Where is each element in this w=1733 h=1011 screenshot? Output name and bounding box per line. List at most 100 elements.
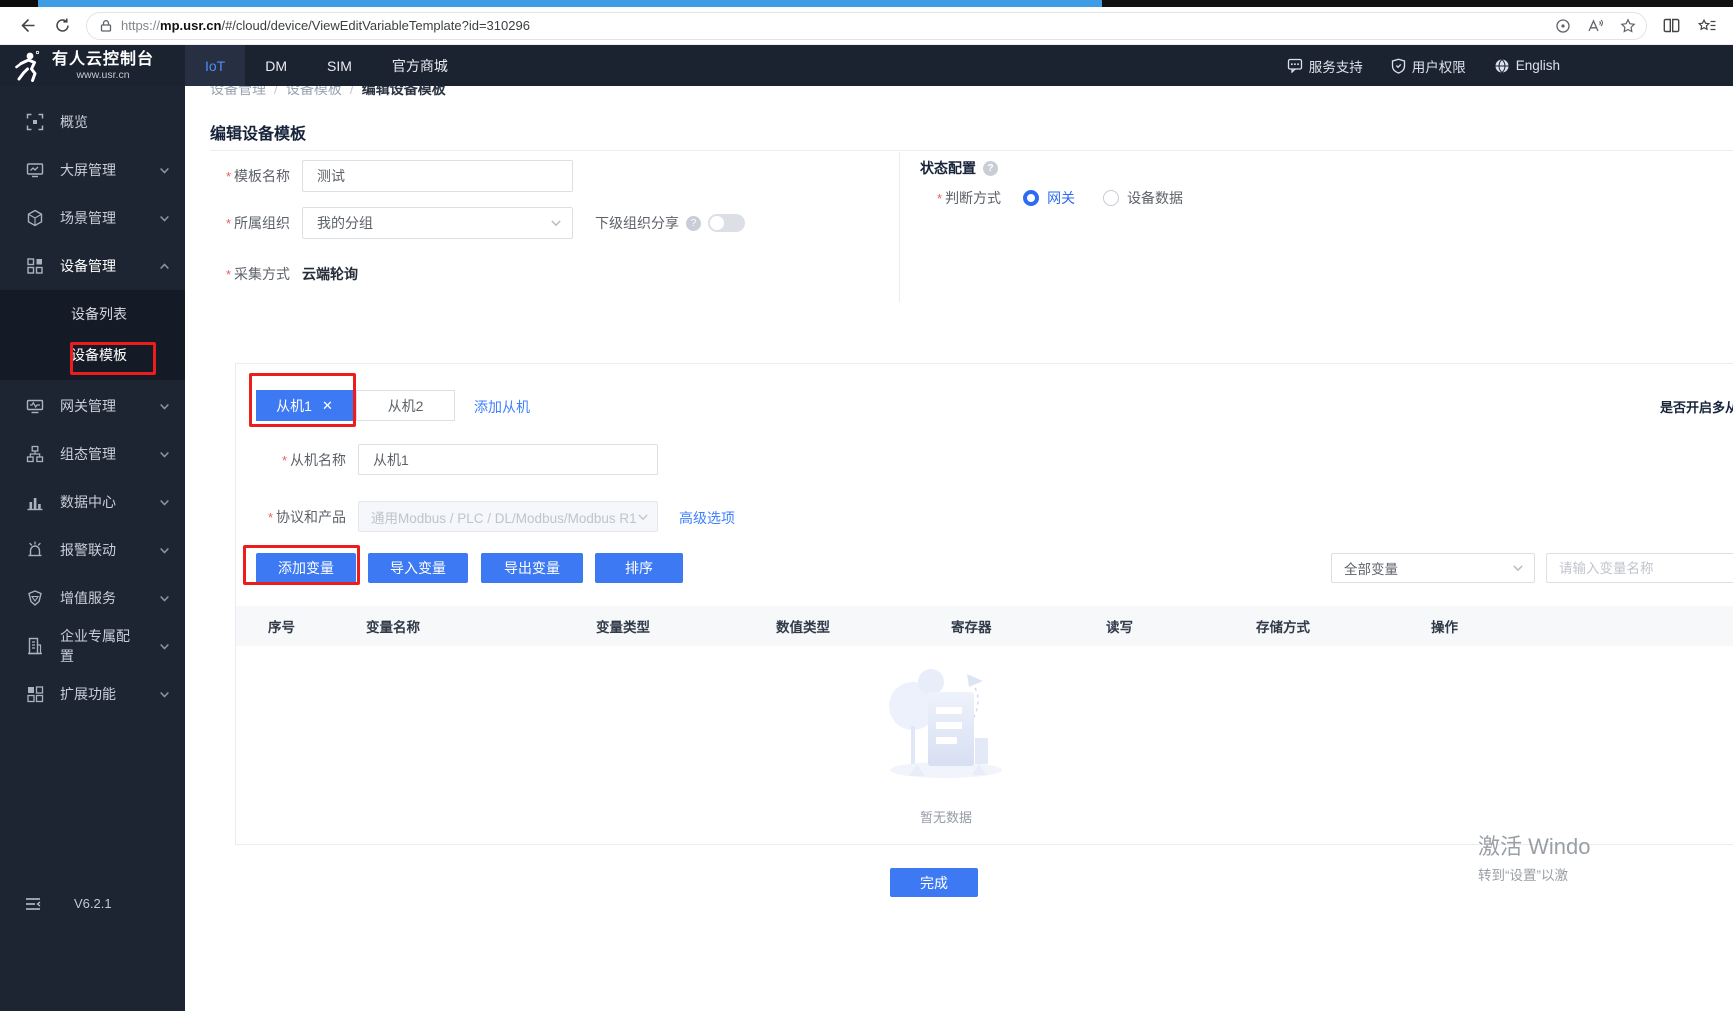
org-select[interactable]: 我的分组 <box>302 207 573 239</box>
nav-tab-sim[interactable]: SIM <box>307 45 372 86</box>
sidebar-item-label: 增值服务 <box>60 590 116 606</box>
sidebar-item-device-mgmt[interactable]: 设备管理 <box>0 242 185 290</box>
sidebar-item-label: 报警联动 <box>60 542 116 558</box>
top-nav: IoT DM SIM 官方商城 <box>185 45 468 86</box>
empty-state: 暂无数据 <box>856 652 1036 826</box>
sidebar-item-label: 场景管理 <box>60 210 116 226</box>
slave-name-label: 从机名称 <box>290 451 346 468</box>
sidebar-item-label: 大屏管理 <box>60 162 116 178</box>
radio-selected-icon <box>1023 190 1040 206</box>
close-tab-icon[interactable]: ✕ <box>322 398 333 414</box>
logo-subtitle: www.usr.cn <box>76 68 130 81</box>
url-text: https://mp.usr.cn/#/cloud/device/ViewEdi… <box>121 18 1547 33</box>
chevron-down-icon <box>159 641 170 652</box>
alarm-icon <box>26 541 44 559</box>
nav-tab-dm[interactable]: DM <box>245 45 307 86</box>
breadcrumb-item[interactable]: 设备模板 <box>286 86 342 97</box>
globe-icon <box>1494 58 1510 74</box>
logo[interactable]: 有人云控制台 www.usr.cn <box>0 45 185 86</box>
support-link[interactable]: 服务支持 <box>1287 56 1363 76</box>
radio-unselected-icon <box>1103 190 1120 206</box>
variable-search-input[interactable] <box>1546 553 1733 583</box>
chevron-down-icon <box>159 449 170 460</box>
back-icon[interactable] <box>14 14 38 38</box>
sidebar-item-screen-mgmt[interactable]: 大屏管理 <box>0 146 185 194</box>
sidebar-item-label: 网关管理 <box>60 398 116 414</box>
address-bar[interactable]: https://mp.usr.cn/#/cloud/device/ViewEdi… <box>86 11 1647 40</box>
collect-row: * 采集方式 云端轮询 <box>225 266 358 282</box>
collections-icon[interactable] <box>1695 14 1719 38</box>
title-divider <box>210 150 1733 151</box>
judge-method-label: 判断方式 <box>945 190 1002 206</box>
chevron-down-icon <box>1512 562 1524 574</box>
site-permissions-icon[interactable] <box>99 19 113 33</box>
column-header: 数值类型 <box>776 620 830 635</box>
org-select-value: 我的分组 <box>317 215 373 231</box>
tab-slave-1[interactable]: 从机1 ✕ <box>256 390 353 421</box>
favorite-star-icon[interactable] <box>1620 17 1636 34</box>
variable-filter-select[interactable]: 全部变量 <box>1331 553 1535 583</box>
multi-slave-label: 是否开启多从机 <box>1660 400 1733 415</box>
sidebar-item-label: 扩展功能 <box>60 686 116 702</box>
judge-method-row: * 判断方式 网关 设备数据 <box>937 188 1184 208</box>
chevron-down-icon <box>159 545 170 556</box>
template-name-label: 模板名称 <box>234 168 290 184</box>
column-header: 变量类型 <box>596 620 650 635</box>
language-link[interactable]: English <box>1494 58 1560 74</box>
permissions-link[interactable]: 用户权限 <box>1391 56 1466 76</box>
page-actions-icon[interactable] <box>1555 18 1571 34</box>
refresh-icon[interactable] <box>50 14 74 38</box>
import-variable-button[interactable]: 导入变量 <box>368 553 468 583</box>
split-screen-icon[interactable] <box>1659 14 1683 38</box>
collect-value: 云端轮询 <box>302 266 358 282</box>
advanced-options-link[interactable]: 高级选项 <box>679 508 735 528</box>
sidebar-item-device-list[interactable]: 设备列表 <box>0 294 185 335</box>
device-submenu: 设备列表 设备模板 <box>0 290 185 380</box>
topology-icon <box>26 445 44 463</box>
building-icon <box>26 637 44 655</box>
empty-illustration <box>889 669 1002 778</box>
slave-name-input[interactable] <box>358 444 658 475</box>
sidebar-item-value-added[interactable]: 增值服务 <box>0 574 185 622</box>
variable-table-header: 序号 变量名称 变量类型 数值类型 寄存器 读写 存储方式 操作 <box>236 606 1733 646</box>
protocol-select-disabled: 通用Modbus / PLC / DL/Modbus/Modbus R1 <box>358 501 658 532</box>
radio-device-data[interactable]: 设备数据 <box>1103 188 1183 208</box>
nav-tab-iot[interactable]: IoT <box>185 45 246 86</box>
sidebar-item-data-center[interactable]: 数据中心 <box>0 478 185 526</box>
url-domain: mp.usr.cn <box>160 18 222 33</box>
sidebar-item-enterprise-config[interactable]: 企业专属配置 <box>0 622 185 670</box>
main-content: 设备管理/设备模板/编辑设备模板 编辑设备模板 *模板名称 *所属组织 我的分组… <box>185 86 1733 1011</box>
overview-icon <box>26 113 44 131</box>
read-aloud-icon[interactable] <box>1587 18 1604 34</box>
export-variable-button[interactable]: 导出变量 <box>481 553 583 583</box>
protocol-row: * 协议和产品 通用Modbus / PLC / DL/Modbus/Modbus… <box>256 501 658 532</box>
collapse-sidebar-icon[interactable] <box>25 897 41 911</box>
nav-tab-mall[interactable]: 官方商城 <box>372 45 468 86</box>
sidebar-item-label: 组态管理 <box>60 446 116 462</box>
help-icon[interactable]: ? <box>983 160 998 176</box>
bar-chart-icon <box>26 493 44 511</box>
sidebar-item-hmi-mgmt[interactable]: 组态管理 <box>0 430 185 478</box>
add-slave-link[interactable]: 添加从机 <box>474 397 530 417</box>
template-name-input[interactable] <box>302 160 573 192</box>
sidebar-item-device-template[interactable]: 设备模板 <box>0 335 185 376</box>
sort-button[interactable]: 排序 <box>595 553 683 583</box>
page-title: 编辑设备模板 <box>210 126 307 143</box>
add-variable-button[interactable]: 添加变量 <box>256 553 356 583</box>
template-name-row: * 模板名称 <box>210 160 573 192</box>
tab-slave-2[interactable]: 从机2 <box>356 390 455 421</box>
help-icon[interactable]: ? <box>686 215 701 231</box>
finish-button[interactable]: 完成 <box>890 868 978 897</box>
radio-gateway[interactable]: 网关 <box>1023 188 1075 208</box>
scene-icon <box>26 209 44 227</box>
sidebar-item-extensions[interactable]: 扩展功能 <box>0 670 185 718</box>
form-vertical-divider <box>899 152 900 302</box>
sidebar-item-overview[interactable]: 概览 <box>0 98 185 146</box>
share-toggle[interactable] <box>708 214 745 232</box>
sidebar-item-gateway-mgmt[interactable]: 网关管理 <box>0 382 185 430</box>
sidebar-item-scene-mgmt[interactable]: 场景管理 <box>0 194 185 242</box>
breadcrumb-item[interactable]: 设备管理 <box>210 86 266 97</box>
browser-toolbar: https://mp.usr.cn/#/cloud/device/ViewEdi… <box>0 7 1733 45</box>
version-label: V6.2.1 <box>74 896 112 911</box>
sidebar-item-alarm-linkage[interactable]: 报警联动 <box>0 526 185 574</box>
